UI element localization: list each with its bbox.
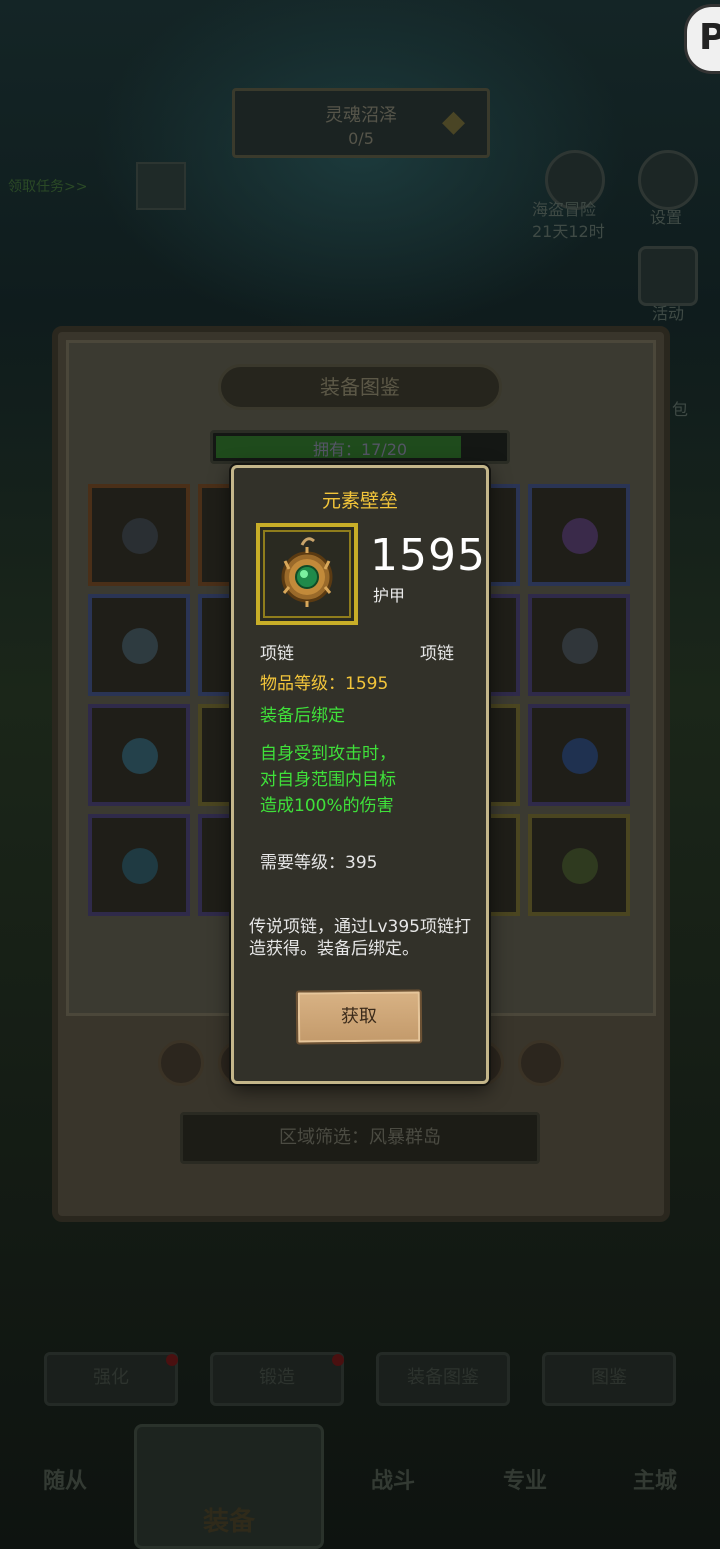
item-name: 元素壁垒 (321, 490, 398, 512)
required-level: 需要等级：395 (260, 853, 378, 873)
corner-floating-button[interactable]: P (684, 4, 720, 74)
equipment-codex-label: 装备图鉴 (407, 1367, 479, 1388)
nav-equipment-label: 装备 (202, 1507, 255, 1537)
necklace-icon (122, 738, 158, 774)
necklace-icon (562, 518, 598, 554)
forge-label: 锻造 (259, 1367, 295, 1388)
pack-label: 包 (672, 400, 689, 419)
necklace-icon (122, 628, 158, 664)
region-tab-1[interactable] (158, 1040, 204, 1086)
forge-button[interactable]: 锻造 (210, 1352, 344, 1406)
stat-name: 护甲 (373, 586, 406, 605)
codex-item-slot[interactable] (528, 484, 630, 586)
locked-item-icon (122, 518, 158, 554)
nav-battle[interactable]: 战斗 (328, 1432, 458, 1532)
codex-item-slot[interactable] (88, 594, 190, 696)
necklace-icon (562, 628, 598, 664)
effect-line: 自身受到攻击时， (260, 744, 396, 764)
settings-label: 设置 (650, 208, 683, 227)
codex-item-slot[interactable] (88, 814, 190, 916)
item-icon-frame (256, 523, 358, 625)
codex-label: 图鉴 (591, 1367, 627, 1388)
nav-followers[interactable]: 随从 (0, 1432, 130, 1532)
region-tab-4[interactable] (518, 1040, 564, 1086)
activity-label: 活动 (652, 304, 685, 323)
codex-item-slot[interactable] (88, 704, 190, 806)
event-name: 海盗冒险 (532, 200, 597, 219)
item-effect: 自身受到攻击时， 对自身范围内目标 造成100%的伤害 (260, 741, 470, 819)
codex-title: 装备图鉴 (218, 364, 502, 410)
codex-item-slot[interactable] (88, 484, 190, 586)
equipment-codex-button[interactable]: 装备图鉴 (376, 1352, 510, 1406)
stat-value: 1595 (370, 530, 486, 581)
settings-gear-icon[interactable] (638, 150, 698, 210)
nav-followers-label: 随从 (42, 1469, 87, 1494)
item-description: 传说项链，通过Lv395项链打造获得。装备后绑定。 (249, 917, 471, 959)
item-level: 物品等级：1595 (260, 674, 389, 694)
owned-count: 拥有：17/20 (312, 440, 408, 459)
codex-item-slot[interactable] (528, 594, 630, 696)
amulet-icon (281, 537, 333, 607)
necklace-icon (562, 738, 598, 774)
forge-alert-dot (332, 1354, 344, 1366)
codex-button[interactable]: 图鉴 (542, 1352, 676, 1406)
enhance-label: 强化 (93, 1367, 129, 1388)
enhance-button[interactable]: 强化 (44, 1352, 178, 1406)
nav-profession[interactable]: 专业 (460, 1432, 590, 1532)
nav-main-city[interactable]: 主城 (590, 1432, 720, 1532)
nav-equipment[interactable]: 装备 (134, 1424, 324, 1549)
necklace-icon (562, 848, 598, 884)
enhance-alert-dot (166, 1354, 178, 1366)
codex-item-slot[interactable] (528, 814, 630, 916)
effect-line: 造成100%的伤害 (260, 796, 394, 816)
codex-item-slot[interactable] (528, 704, 630, 806)
nav-main-city-label: 主城 (632, 1469, 677, 1494)
get-item-button[interactable]: 获取 (295, 989, 423, 1045)
item-type: 项链 (420, 644, 454, 664)
event-timer: 21天12时 (532, 222, 605, 241)
accept-quest-link[interactable]: 领取任务>> (8, 176, 87, 196)
bind-status: 装备后绑定 (260, 706, 345, 726)
quest-arrow-icon[interactable]: ◆ (442, 104, 465, 139)
region-filter[interactable]: 区域筛选：风暴群岛 (180, 1112, 540, 1164)
nav-profession-label: 专业 (502, 1469, 547, 1494)
activity-icon[interactable] (638, 246, 698, 306)
necklace-icon (122, 848, 158, 884)
effect-line: 对自身范围内目标 (260, 770, 396, 790)
slot-type: 项链 (260, 644, 294, 664)
quest-reward-slot[interactable] (136, 162, 186, 210)
nav-battle-label: 战斗 (370, 1469, 415, 1494)
